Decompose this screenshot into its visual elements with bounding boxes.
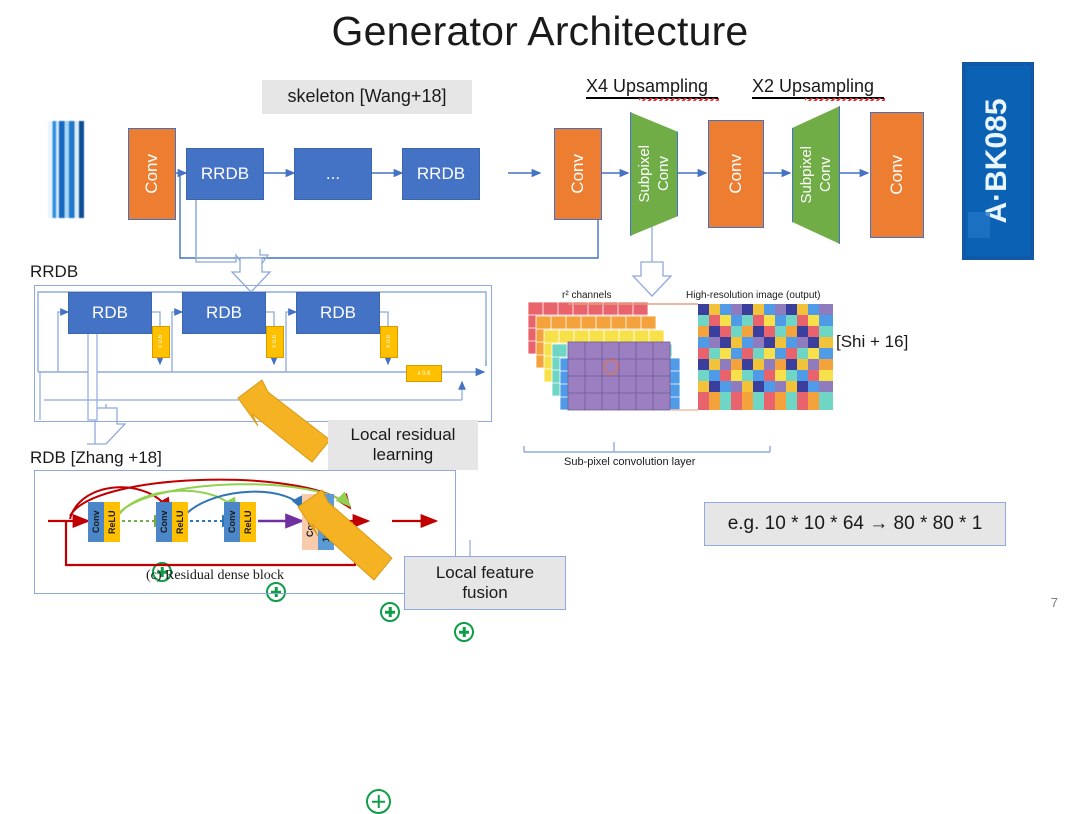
x2-spellcheck-squiggle xyxy=(805,98,885,101)
pipeline-rrdb-2-label: RRDB xyxy=(416,164,466,183)
pipeline-ellipsis[interactable]: ... xyxy=(294,148,372,200)
rrdb-scale-chip-2: x 0.6 xyxy=(266,326,284,358)
local-feature-line2: fusion xyxy=(462,583,508,602)
pipeline-subpixel-conv-1-label-line1: Subpixel xyxy=(636,145,653,203)
svg-text:A·BK085: A·BK085 xyxy=(980,98,1013,223)
x4-spellcheck-squiggle xyxy=(639,98,719,101)
pipeline-conv-2[interactable]: Conv xyxy=(554,128,602,220)
local-feature-line1: Local feature xyxy=(435,562,535,582)
example-note: e.g. 10 * 10 * 64 → 80 * 80 * 1 xyxy=(704,502,1006,546)
rdb-concat-conv1x1: Concat 1x1 Conv xyxy=(302,494,334,550)
local-residual-line1: Local residual xyxy=(350,424,456,444)
pipeline-ellipsis-label: ... xyxy=(325,164,341,183)
rdb-conv-3-label: Conv xyxy=(224,502,240,542)
x4-upsampling-label: X4 Upsampling xyxy=(586,76,708,97)
pipeline-rrdb-2[interactable]: RRDB xyxy=(402,148,480,200)
rdb-caption: (c) Residual dense block xyxy=(146,568,285,583)
rrdb-scale-chip-2-label: x 0.6 xyxy=(272,335,278,349)
local-residual-line2: learning xyxy=(372,445,434,464)
page-title: Generator Architecture xyxy=(331,8,749,54)
pipeline-conv-4-label: Conv xyxy=(887,155,906,195)
x2-upsampling-label: X2 Upsampling xyxy=(752,76,874,97)
rrdb-scale-chip-4: x 0.6 xyxy=(406,365,442,382)
skeleton-label-text: skeleton [Wang+18] xyxy=(287,86,447,107)
subpixel-right-label: High-resolution image (output) xyxy=(686,290,821,301)
rrdb-add-node-4 xyxy=(454,622,474,642)
pipeline-subpixel-conv-1[interactable]: Subpixel Conv xyxy=(630,112,678,236)
skeleton-label: skeleton [Wang+18] xyxy=(262,80,472,114)
rrdb-rdb-block-1[interactable]: RDB xyxy=(68,292,152,334)
rdb-relu-2-label: ReLU xyxy=(172,502,188,542)
rdb-conv-relu-3: Conv ReLU xyxy=(224,502,256,542)
subpixel-diagram xyxy=(528,302,838,442)
pipeline-conv-3[interactable]: Conv xyxy=(708,120,764,228)
pipeline-subpixel-conv-2[interactable]: Subpixel Conv xyxy=(792,106,840,244)
pipeline-rrdb-1[interactable]: RRDB xyxy=(186,148,264,200)
rdb-panel-title: RDB [Zhang +18] xyxy=(30,448,162,467)
rdb-conv-relu-1: Conv ReLU xyxy=(88,502,120,542)
rdb-add-node xyxy=(366,789,391,814)
rrdb-rdb-block-2-label: RDB xyxy=(206,303,242,322)
rrdb-add-node-3 xyxy=(380,602,400,622)
rrdb-scale-chip-4-label: x 0.6 xyxy=(417,370,431,377)
pipeline-conv-1[interactable]: Conv xyxy=(128,128,176,220)
pipeline-subpixel-conv-2-label-line1: Subpixel xyxy=(798,146,815,204)
pipeline-rrdb-1-label: RRDB xyxy=(200,164,250,183)
shi-citation: [Shi + 16] xyxy=(836,332,909,351)
low-res-input-image xyxy=(48,121,84,218)
rdb-relu-1-label: ReLU xyxy=(104,502,120,542)
pipeline-conv-3-label: Conv xyxy=(726,154,745,194)
x2-upsampling-text: X2 Upsampling xyxy=(752,76,875,96)
rrdb-scale-chip-1-label: x 0.6 xyxy=(158,335,164,349)
rrdb-rdb-block-3[interactable]: RDB xyxy=(296,292,380,334)
callout-local-residual-learning: Local residual learning xyxy=(328,420,478,470)
pipeline-conv-4[interactable]: Conv xyxy=(870,112,924,238)
rdb-conv-1-label: Conv xyxy=(88,502,104,542)
subpixel-left-label: r² channels xyxy=(562,290,612,301)
rrdb-rdb-block-1-label: RDB xyxy=(92,303,128,322)
rdb-conv1x1-label: 1x1 Conv xyxy=(318,494,334,550)
pipeline-subpixel-conv-1-label-line2: Conv xyxy=(655,156,672,192)
rrdb-rdb-block-3-label: RDB xyxy=(320,303,356,322)
rrdb-scale-chip-1: x 0.6 xyxy=(152,326,170,358)
callout-local-feature-fusion: Local feature fusion xyxy=(404,556,566,610)
rrdb-panel-title: RRDB xyxy=(30,262,79,281)
rdb-relu-3-label: ReLU xyxy=(240,502,256,542)
pipeline-subpixel-conv-2-label-line2: Conv xyxy=(817,157,834,193)
pipeline-conv-2-label: Conv xyxy=(568,154,587,194)
rdb-conv-relu-2: Conv ReLU xyxy=(156,502,188,542)
rrdb-scale-chip-3-label: x 0.6 xyxy=(386,335,392,349)
rrdb-scale-chip-3: x 0.6 xyxy=(380,326,398,358)
pipeline-conv-1-label: Conv xyxy=(142,154,161,194)
rrdb-rdb-block-2[interactable]: RDB xyxy=(182,292,266,334)
example-note-text: e.g. 10 * 10 * 64 → 80 * 80 * 1 xyxy=(727,512,983,534)
high-res-output-image: A·BK085 xyxy=(962,62,1034,260)
slide-canvas: Generator Architecture Conv RRDB ... RRD… xyxy=(0,0,1080,814)
rdb-conv-2-label: Conv xyxy=(156,502,172,542)
rdb-concat-label: Concat xyxy=(302,494,318,550)
x4-upsampling-text: X4 Upsampling xyxy=(586,76,709,96)
slide-number: 7 xyxy=(1050,595,1058,610)
subpixel-bottom-caption: Sub-pixel convolution layer xyxy=(564,456,696,468)
